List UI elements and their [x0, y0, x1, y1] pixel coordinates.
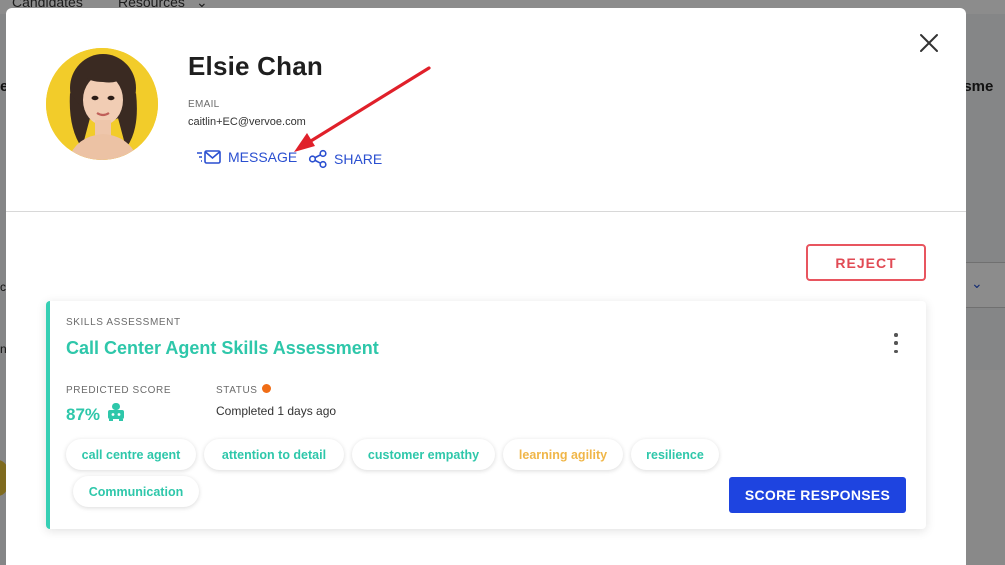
candidate-modal: Elsie Chan EMAIL caitlin+EC@vervoe.com M…	[6, 8, 966, 565]
skill-tag: attention to detail	[204, 439, 344, 470]
candidate-body: REJECT SKILLS ASSESSMENT Call Center Age…	[6, 212, 966, 565]
share-label: SHARE	[334, 151, 383, 167]
status-label-text: STATUS	[216, 385, 258, 396]
status-dot	[261, 384, 271, 393]
skill-tag: Communication	[73, 476, 199, 507]
skill-tag: learning agility	[503, 439, 623, 470]
email-value: caitlin+EC@vervoe.com	[188, 116, 306, 128]
candidate-header: Elsie Chan EMAIL caitlin+EC@vervoe.com M…	[6, 8, 966, 212]
skill-tag: customer empathy	[352, 439, 495, 470]
assessment-title[interactable]: Call Center Agent Skills Assessment	[66, 338, 379, 359]
reject-button[interactable]: REJECT	[806, 244, 926, 281]
avatar	[46, 48, 158, 160]
assessment-card: SKILLS ASSESSMENT Call Center Agent Skil…	[46, 301, 926, 529]
candidate-name: Elsie Chan	[188, 51, 323, 81]
predicted-score-label: PREDICTED SCORE	[66, 385, 172, 396]
assessment-kicker: SKILLS ASSESSMENT	[66, 317, 181, 328]
message-button[interactable]: MESSAGE	[196, 149, 297, 165]
robot-icon	[106, 402, 126, 427]
status-value: Completed 1 days ago	[216, 404, 337, 418]
predicted-score: 87%	[66, 402, 126, 427]
predicted-score-value: 87%	[66, 404, 101, 424]
close-icon[interactable]	[918, 32, 940, 54]
status-label: STATUS	[216, 384, 271, 396]
score-responses-button[interactable]: SCORE RESPONSES	[729, 477, 906, 513]
share-button[interactable]: SHARE	[308, 149, 382, 169]
more-options-icon[interactable]	[890, 333, 902, 353]
message-label: MESSAGE	[228, 149, 298, 165]
message-icon	[196, 149, 222, 165]
skill-tag: resilience	[631, 439, 719, 470]
skill-tag: call centre agent	[66, 439, 196, 470]
email-label: EMAIL	[188, 99, 220, 110]
share-icon	[308, 149, 328, 169]
